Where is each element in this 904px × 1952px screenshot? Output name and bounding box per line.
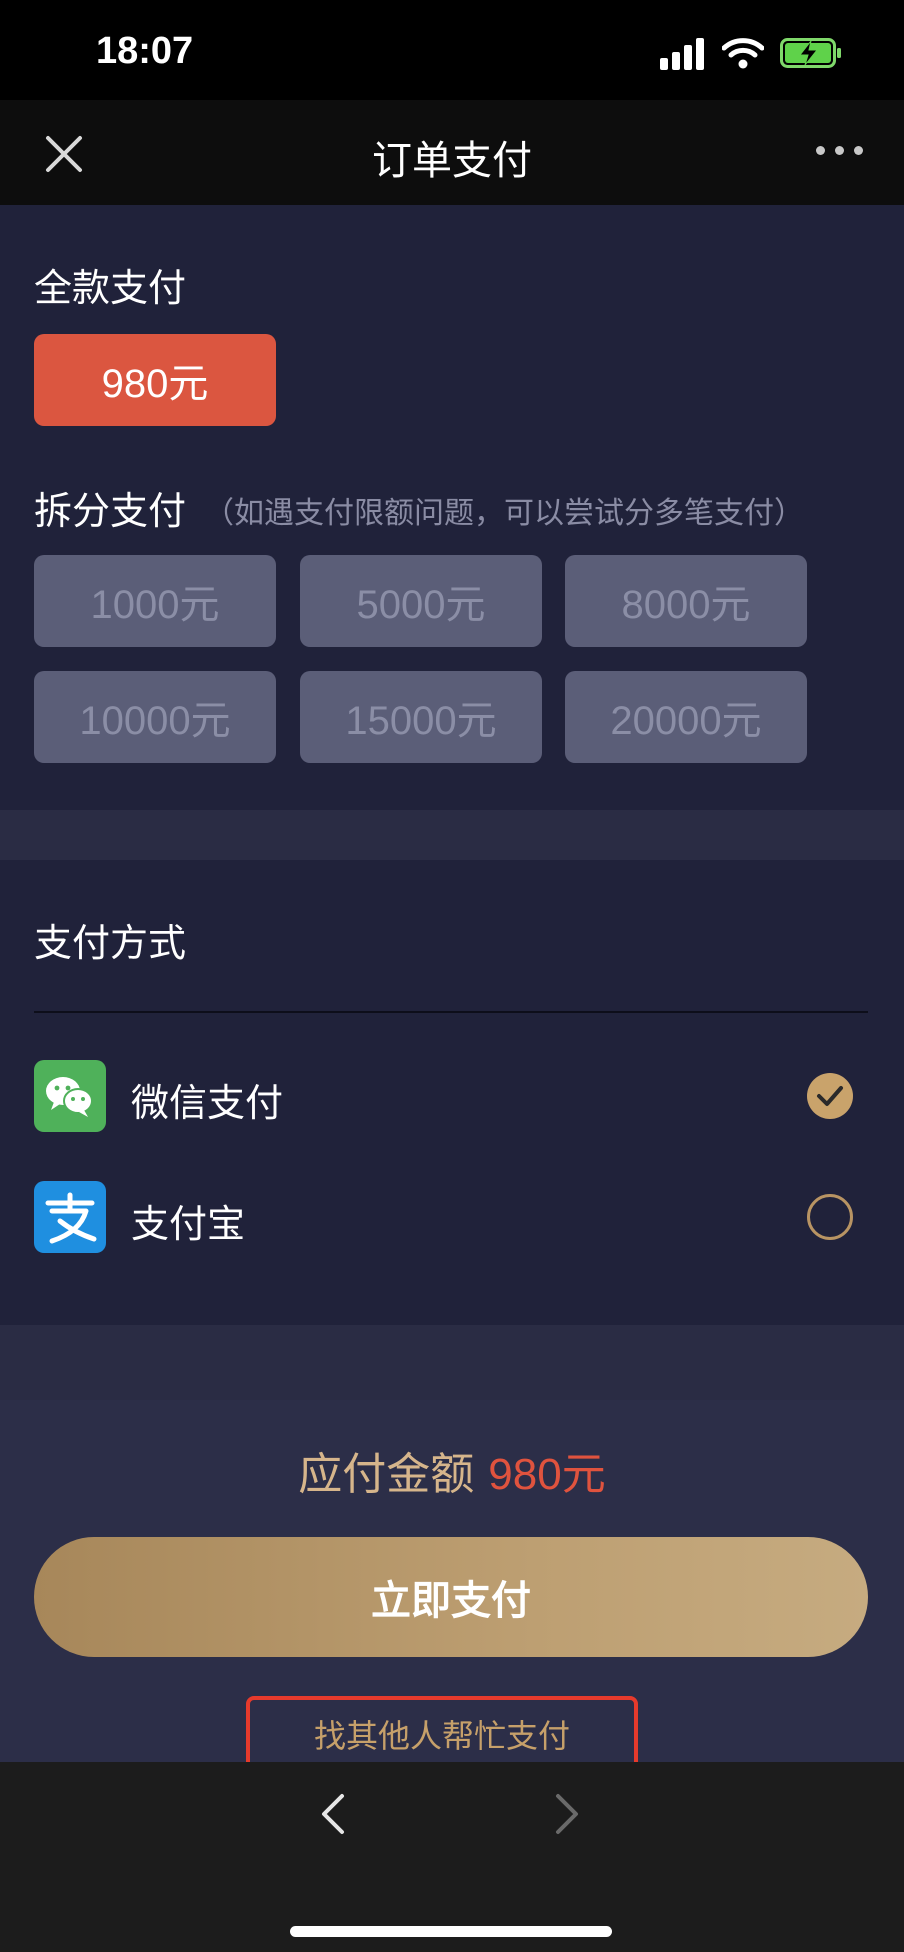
- payment-method-section: 支付方式 微信支付 支付宝: [0, 860, 904, 1325]
- wechat-pay-check-icon[interactable]: [807, 1073, 853, 1119]
- split-option-10000[interactable]: 10000元: [34, 671, 276, 763]
- split-option-5000[interactable]: 5000元: [300, 555, 542, 647]
- ask-others-to-pay-link[interactable]: 找其他人帮忙支付: [246, 1696, 638, 1772]
- split-option-8000[interactable]: 8000元: [565, 555, 807, 647]
- full-payment-amount-button[interactable]: 980元: [34, 334, 276, 426]
- amount-due-value: 980元: [488, 1450, 606, 1499]
- alipay-radio-icon[interactable]: [807, 1194, 853, 1240]
- split-option-20000[interactable]: 20000元: [565, 671, 807, 763]
- battery-charging-icon: [780, 38, 841, 68]
- forward-arrow-icon[interactable]: [554, 1792, 580, 1836]
- split-payment-note: （如遇支付限额问题，可以尝试分多笔支付）: [204, 496, 804, 531]
- section-separator: [0, 1325, 904, 1400]
- browser-toolbar: [0, 1762, 904, 1952]
- pay-now-button[interactable]: 立即支付: [34, 1537, 868, 1657]
- divider: [34, 1011, 868, 1013]
- full-payment-label: 全款支付: [34, 266, 187, 310]
- wechat-pay-label: 微信支付: [131, 1081, 284, 1125]
- payment-summary-section: 应付金额 980元 立即支付 找其他人帮忙支付: [0, 1400, 904, 1772]
- more-options-icon[interactable]: [816, 144, 864, 158]
- status-bar: 18:07: [0, 0, 904, 100]
- wechat-pay-icon: [34, 1060, 106, 1132]
- alipay-label: 支付宝: [131, 1202, 246, 1246]
- amount-section: 全款支付 980元 拆分支付 （如遇支付限额问题，可以尝试分多笔支付） 1000…: [0, 205, 904, 810]
- status-time: 18:07: [96, 30, 194, 72]
- split-option-15000[interactable]: 15000元: [300, 671, 542, 763]
- back-arrow-icon[interactable]: [320, 1792, 346, 1836]
- home-indicator: [290, 1926, 612, 1937]
- amount-due-label: 应付金额: [298, 1449, 475, 1500]
- amount-due: 应付金额 980元: [0, 1438, 904, 1502]
- page-title: 订单支付: [372, 138, 532, 184]
- section-separator: [0, 810, 904, 860]
- split-payment-label: 拆分支付: [34, 489, 187, 533]
- payment-method-label: 支付方式: [34, 921, 187, 965]
- navigation-bar: 订单支付: [0, 100, 904, 205]
- alipay-icon: [34, 1181, 106, 1253]
- split-option-1000[interactable]: 1000元: [34, 555, 276, 647]
- wifi-icon: [722, 38, 764, 69]
- cellular-signal-icon: [660, 38, 710, 70]
